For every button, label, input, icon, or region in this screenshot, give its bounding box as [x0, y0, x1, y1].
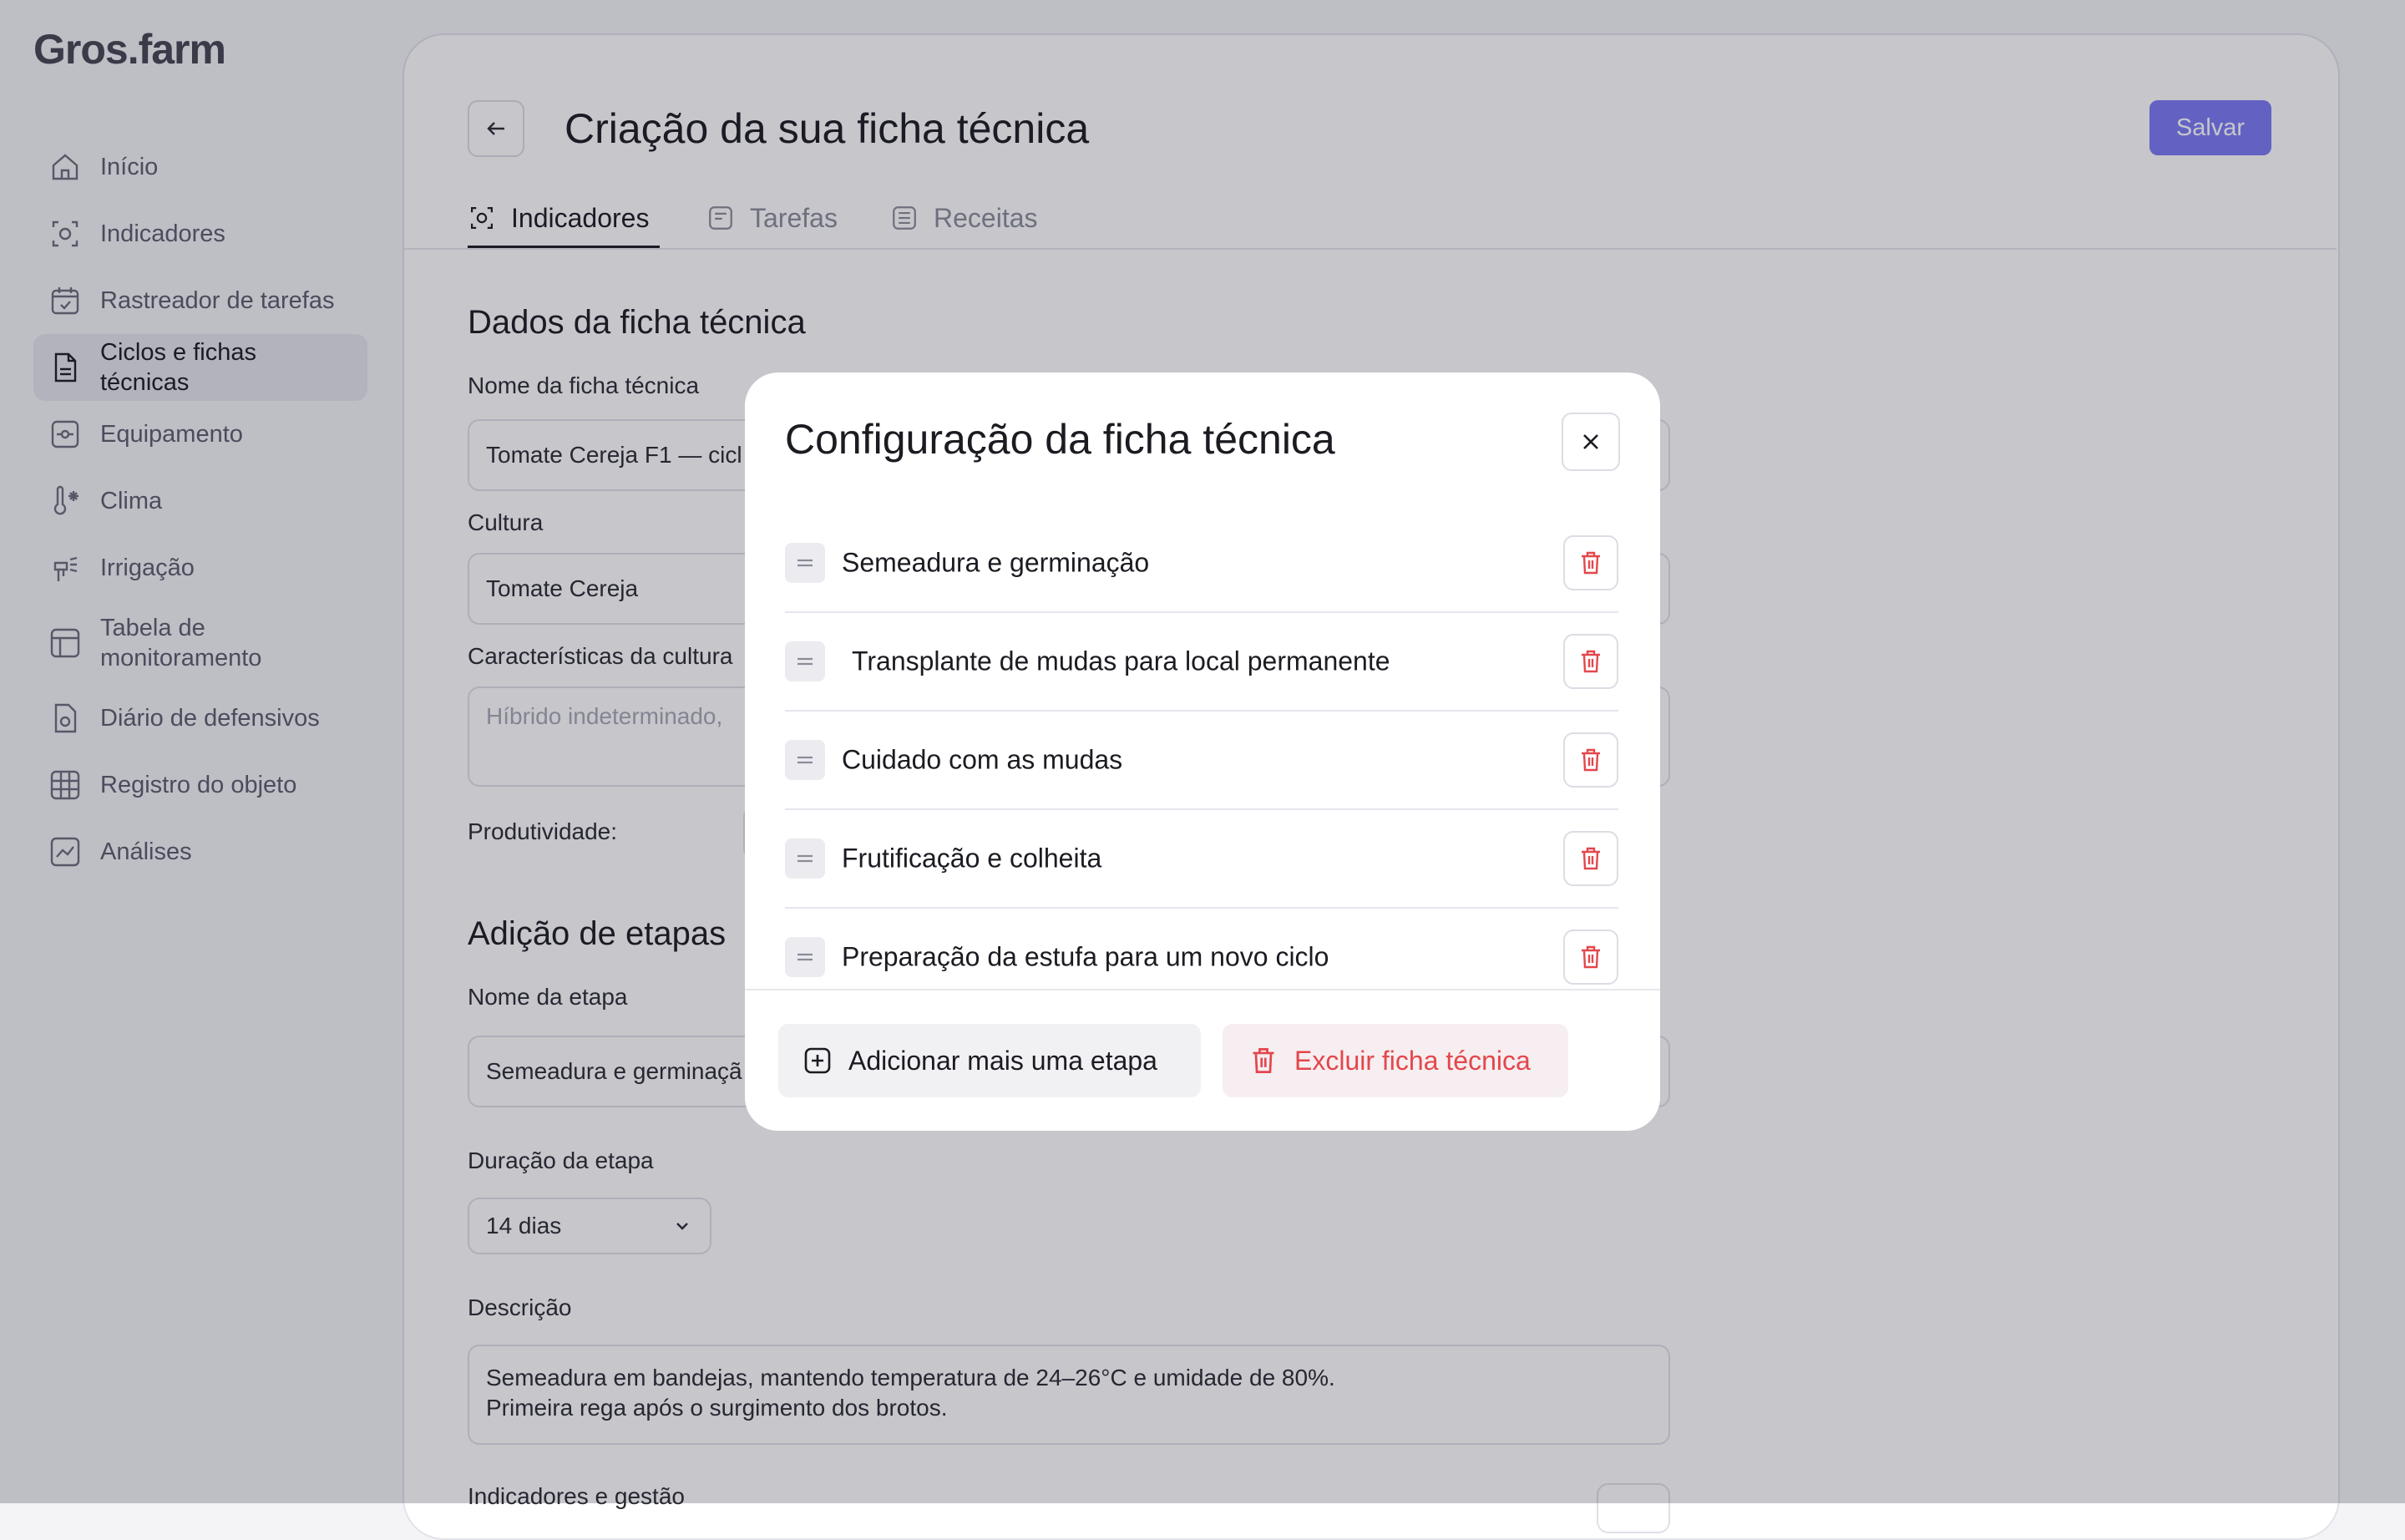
config-modal: Configuração da ficha técnica Semeadura …: [745, 372, 1660, 1131]
trash-icon: [1582, 945, 1600, 969]
delete-step-button[interactable]: [1563, 634, 1618, 689]
app-root: Gros.farm Início Indicadores Rastreador …: [0, 0, 2405, 1540]
drag-handle-icon[interactable]: [785, 937, 825, 977]
close-button[interactable]: [1562, 413, 1620, 471]
trash-icon: [1582, 650, 1600, 673]
add-step-label: Adicionar mais uma etapa: [848, 1045, 1157, 1076]
delete-step-button[interactable]: [1563, 930, 1618, 985]
step-item: Transplante de mudas para local permanen…: [785, 613, 1618, 712]
trash-icon: [1582, 847, 1600, 870]
drag-handle-icon[interactable]: [785, 740, 825, 780]
close-icon: [1583, 434, 1598, 449]
modal-title: Configuração da ficha técnica: [785, 416, 1335, 463]
delete-sheet-label: Excluir ficha técnica: [1294, 1045, 1531, 1076]
step-item: Frutificação e colheita: [785, 810, 1618, 909]
delete-sheet-button[interactable]: Excluir ficha técnica: [1223, 1024, 1568, 1097]
add-step-button[interactable]: Adicionar mais uma etapa: [778, 1024, 1201, 1097]
trash-icon: [1582, 551, 1600, 575]
steps-list: Semeadura e germinação Transplante de mu…: [785, 514, 1618, 1006]
plus-square-icon: [804, 1047, 831, 1074]
modal-footer-divider: [745, 989, 1660, 990]
step-label: Frutificação e colheita: [842, 843, 1102, 874]
step-label: Transplante de mudas para local permanen…: [852, 646, 1390, 676]
drag-handle-icon[interactable]: [785, 543, 825, 583]
step-label: Preparação da estufa para um novo ciclo: [842, 941, 1329, 972]
trash-icon: [1582, 748, 1600, 772]
step-item: Cuidado com as mudas: [785, 712, 1618, 810]
step-item: Preparação da estufa para um novo ciclo: [785, 909, 1618, 1006]
delete-step-button[interactable]: [1563, 732, 1618, 788]
delete-step-button[interactable]: [1563, 535, 1618, 590]
delete-step-button[interactable]: [1563, 831, 1618, 886]
drag-handle-icon[interactable]: [785, 838, 825, 879]
drag-handle-icon[interactable]: [785, 641, 825, 681]
step-label: Semeadura e germinação: [842, 547, 1150, 578]
step-item: Semeadura e germinação: [785, 514, 1618, 613]
trash-icon: [1253, 1048, 1274, 1073]
step-label: Cuidado com as mudas: [842, 744, 1123, 775]
